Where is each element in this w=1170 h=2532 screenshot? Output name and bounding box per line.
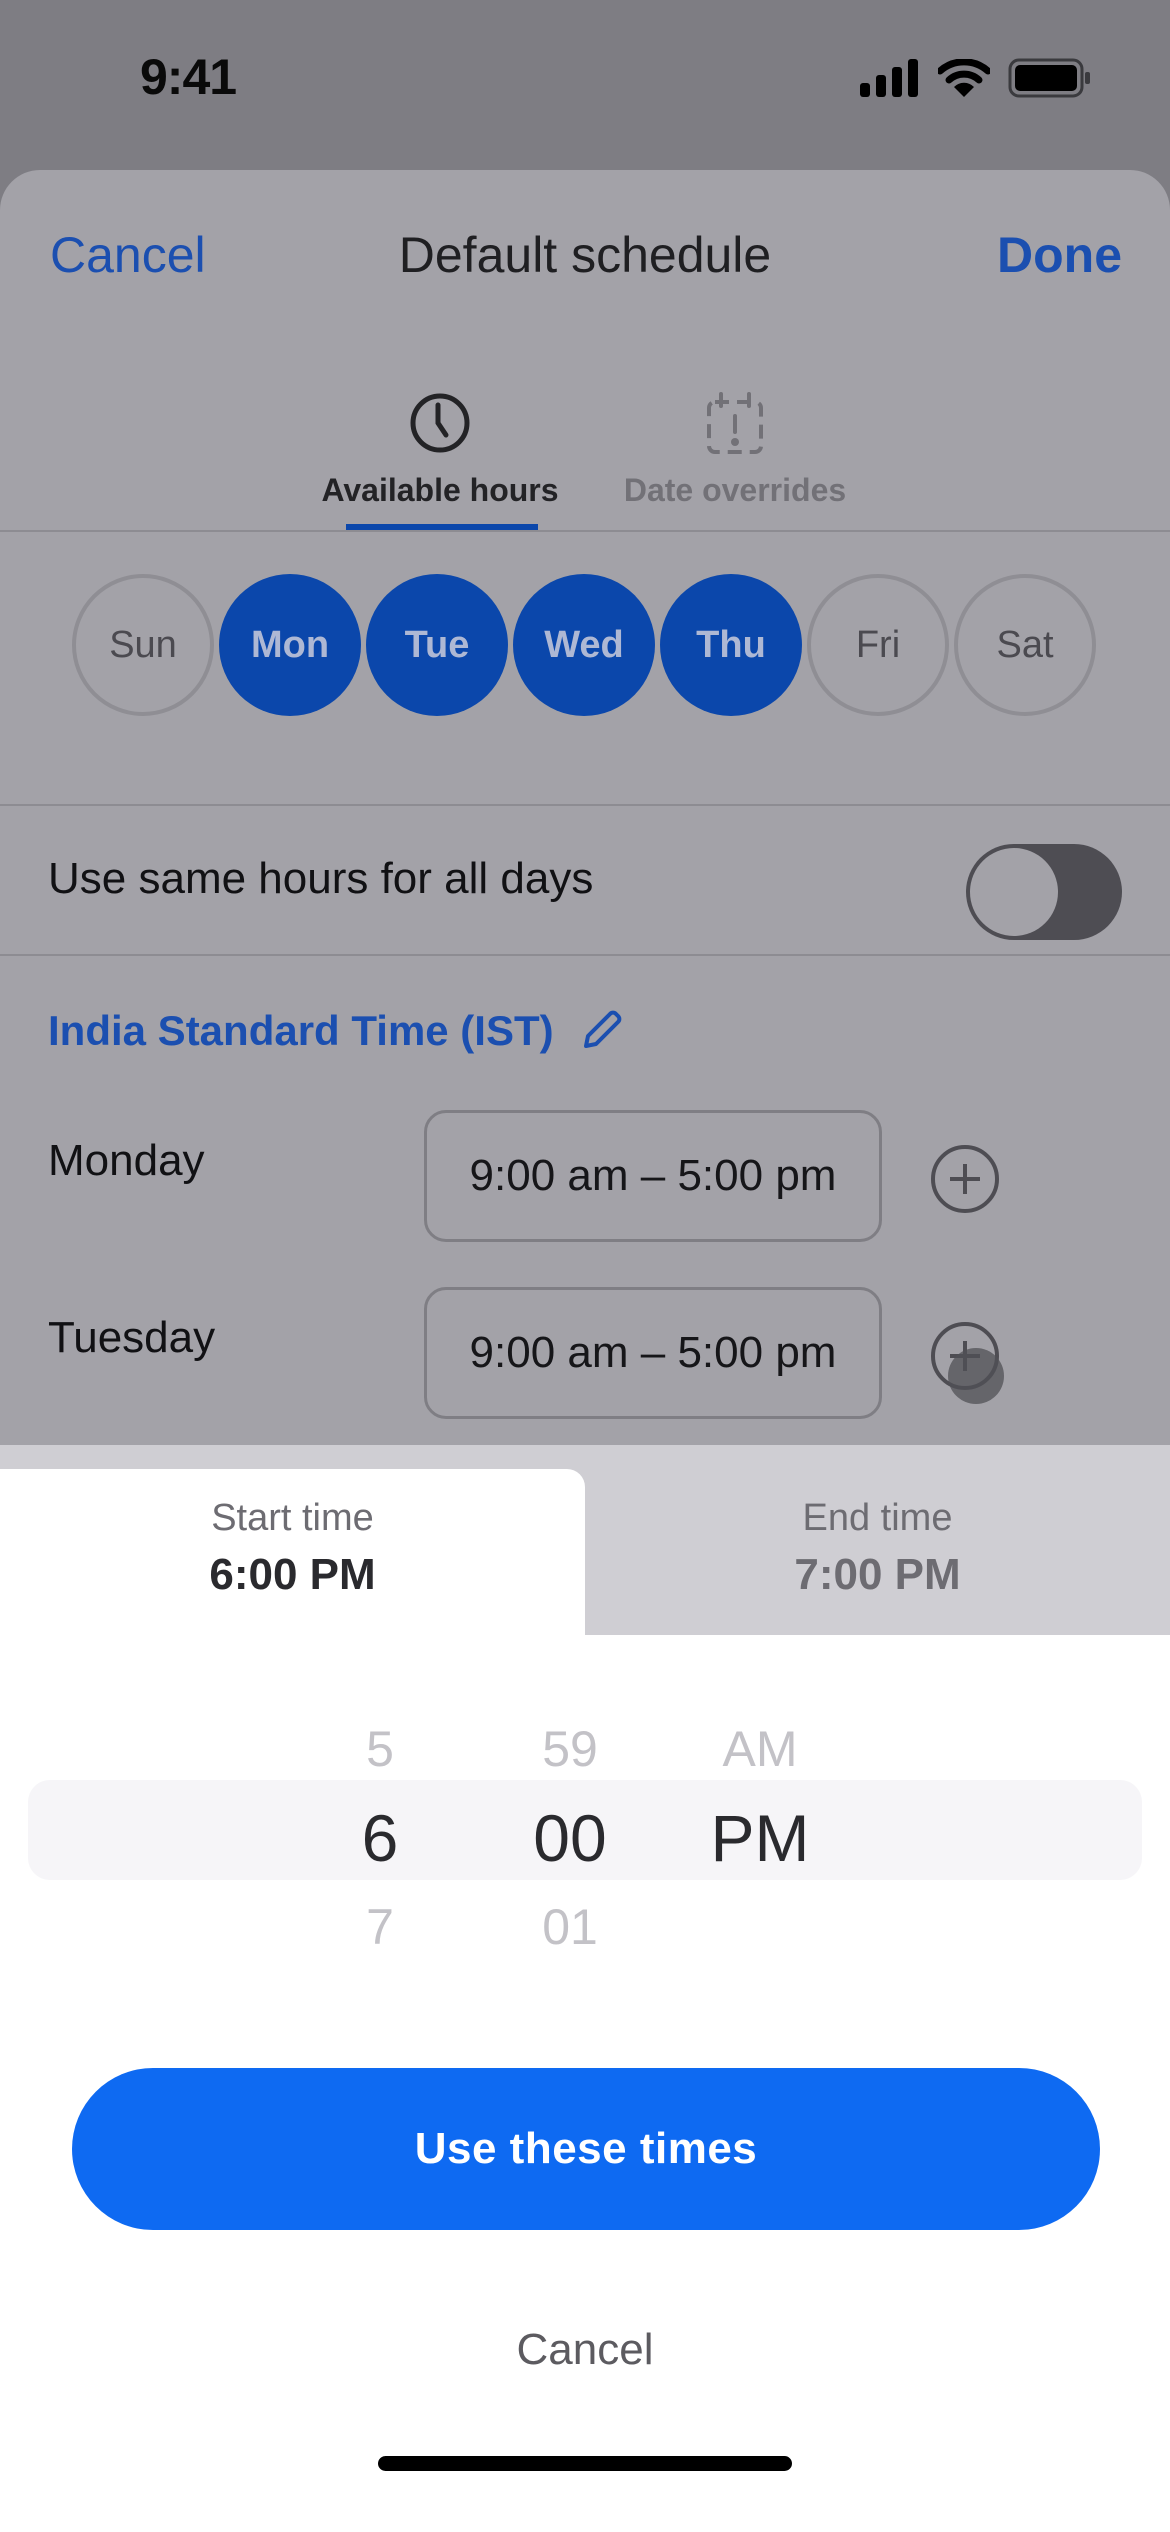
minute-selected[interactable]: 00	[510, 1793, 630, 1883]
done-button[interactable]: Done	[997, 226, 1122, 284]
ampm-prev[interactable]: AM	[690, 1705, 830, 1793]
ampm-next	[690, 1883, 830, 1971]
status-bar: 9:41	[0, 0, 1170, 160]
minute-next[interactable]: 01	[510, 1883, 630, 1971]
day-chip-sat[interactable]: Sat	[954, 574, 1096, 716]
calendar-alert-icon	[707, 392, 763, 454]
tab-bar: Available hours Date overrides	[0, 340, 1170, 532]
tab-label: Date overrides	[623, 472, 847, 508]
tab-available-hours[interactable]: Available hours	[310, 340, 570, 530]
toggle-knob	[970, 848, 1058, 936]
end-time-label: End time	[802, 1497, 953, 1539]
hour-selected[interactable]: 6	[330, 1793, 430, 1883]
tab-date-overrides[interactable]: Date overrides	[610, 340, 860, 530]
end-time-tab[interactable]: End time 7:00 PM	[585, 1469, 1170, 1635]
page-title: Default schedule	[398, 227, 772, 283]
schedule-sheet: Cancel Default schedule Done Available h…	[0, 170, 1170, 1445]
schedule-row-tuesday: Tuesday 9:00 am – 5:00 pm	[0, 1287, 1170, 1419]
hours-field[interactable]: 9:00 am – 5:00 pm	[424, 1110, 882, 1242]
pencil-icon[interactable]	[576, 1006, 626, 1056]
day-chip-sun[interactable]: Sun	[72, 574, 214, 716]
clock-icon	[410, 393, 470, 453]
minute-wheel[interactable]: 59 00 01	[510, 1705, 630, 1971]
start-time-value: 6:00 PM	[209, 1550, 376, 1599]
same-hours-label: Use same hours for all days	[48, 854, 594, 903]
day-selector: Sun Mon Tue Wed Thu Fri Sat	[0, 534, 1170, 806]
timezone-label: India Standard Time (IST)	[48, 1007, 554, 1054]
time-picker-sheet: Start time 6:00 PM End time 7:00 PM 5 6 …	[0, 1445, 1170, 2532]
dimmed-backdrop: 9:41 Cancel Default schedule Done Availa…	[0, 0, 1170, 1445]
timezone-row[interactable]: India Standard Time (IST)	[48, 1006, 626, 1056]
day-chip-wed[interactable]: Wed	[513, 574, 655, 716]
day-chip-tue[interactable]: Tue	[366, 574, 508, 716]
touch-indicator	[948, 1348, 1004, 1404]
start-time-tab[interactable]: Start time 6:00 PM	[0, 1469, 585, 1635]
hour-wheel[interactable]: 5 6 7	[330, 1705, 430, 1971]
end-time-value: 7:00 PM	[794, 1550, 961, 1599]
picker-cancel-button[interactable]: Cancel	[0, 2325, 1170, 2375]
ampm-wheel[interactable]: AM PM	[690, 1705, 830, 1971]
hour-prev[interactable]: 5	[330, 1705, 430, 1793]
plus-circle-icon[interactable]	[930, 1144, 1000, 1214]
row-day-label: Monday	[48, 1136, 205, 1185]
time-tabs: Start time 6:00 PM End time 7:00 PM	[0, 1445, 1170, 1635]
cellular-signal-icon	[860, 59, 918, 97]
hour-next[interactable]: 7	[330, 1883, 430, 1971]
same-hours-row: Use same hours for all days	[0, 806, 1170, 956]
same-hours-toggle[interactable]	[966, 844, 1122, 940]
hours-field[interactable]: 9:00 am – 5:00 pm	[424, 1287, 882, 1419]
home-indicator	[378, 2456, 792, 2471]
status-icons	[860, 58, 1092, 98]
use-these-times-button[interactable]: Use these times	[72, 2068, 1100, 2230]
nav-bar: Cancel Default schedule Done	[0, 170, 1170, 340]
battery-icon	[1008, 58, 1090, 98]
minute-prev[interactable]: 59	[510, 1705, 630, 1793]
day-chip-mon[interactable]: Mon	[219, 574, 361, 716]
start-time-label: Start time	[211, 1497, 374, 1539]
day-chip-thu[interactable]: Thu	[660, 574, 802, 716]
tab-label: Available hours	[321, 472, 559, 508]
status-time: 9:41	[140, 49, 237, 105]
schedule-row-monday: Monday 9:00 am – 5:00 pm	[0, 1110, 1170, 1242]
active-tab-indicator	[346, 524, 538, 530]
ampm-selected[interactable]: PM	[690, 1793, 830, 1883]
wifi-icon	[938, 59, 990, 97]
day-chip-fri[interactable]: Fri	[807, 574, 949, 716]
row-day-label: Tuesday	[48, 1313, 216, 1362]
